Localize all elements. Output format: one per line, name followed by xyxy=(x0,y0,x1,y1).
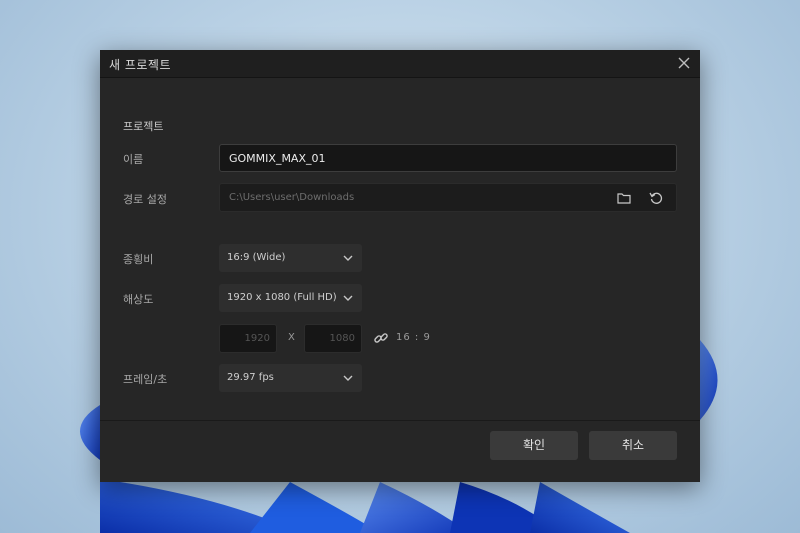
aspect-select[interactable]: 16:9 (Wide) xyxy=(219,244,362,272)
path-input[interactable]: C:\Users\user\Downloads xyxy=(219,183,677,212)
framerate-select[interactable]: 29.97 fps xyxy=(219,364,362,392)
chevron-down-icon xyxy=(343,375,353,381)
ok-button[interactable]: 확인 xyxy=(490,431,578,460)
height-input[interactable]: 1080 xyxy=(304,324,362,353)
footer-divider xyxy=(100,420,700,421)
close-icon[interactable] xyxy=(674,53,694,73)
folder-icon[interactable] xyxy=(616,190,632,206)
path-label: 경로 설정 xyxy=(123,193,167,206)
section-title: 프로젝트 xyxy=(123,120,164,133)
name-label: 이름 xyxy=(123,153,144,166)
width-value: 1920 xyxy=(244,333,270,344)
project-name-value: GOMMIX_MAX_01 xyxy=(229,152,326,165)
height-value: 1080 xyxy=(329,333,355,344)
resolution-value: 1920 x 1080 (Full HD) xyxy=(227,292,337,303)
new-project-dialog: 새 프로젝트 프로젝트 이름 GOMMIX_MAX_01 경로 설정 C:\Us… xyxy=(100,50,700,482)
times-sign: X xyxy=(288,332,295,343)
path-value: C:\Users\user\Downloads xyxy=(229,192,355,203)
aspect-label: 종횡비 xyxy=(123,253,154,266)
framerate-value: 29.97 fps xyxy=(227,372,274,383)
resolution-select[interactable]: 1920 x 1080 (Full HD) xyxy=(219,284,362,312)
project-name-input[interactable]: GOMMIX_MAX_01 xyxy=(219,144,677,172)
aspect-value: 16:9 (Wide) xyxy=(227,252,286,263)
link-icon[interactable] xyxy=(373,330,389,346)
dialog-titlebar: 새 프로젝트 xyxy=(100,50,700,78)
resolution-label: 해상도 xyxy=(123,293,154,306)
framerate-label: 프레임/초 xyxy=(123,373,168,386)
aspect-ratio-text: 16 : 9 xyxy=(396,332,431,343)
cancel-button[interactable]: 취소 xyxy=(589,431,677,460)
width-input[interactable]: 1920 xyxy=(219,324,277,353)
chevron-down-icon xyxy=(343,295,353,301)
reset-icon[interactable] xyxy=(648,190,664,206)
chevron-down-icon xyxy=(343,255,353,261)
dialog-title: 새 프로젝트 xyxy=(109,58,172,72)
